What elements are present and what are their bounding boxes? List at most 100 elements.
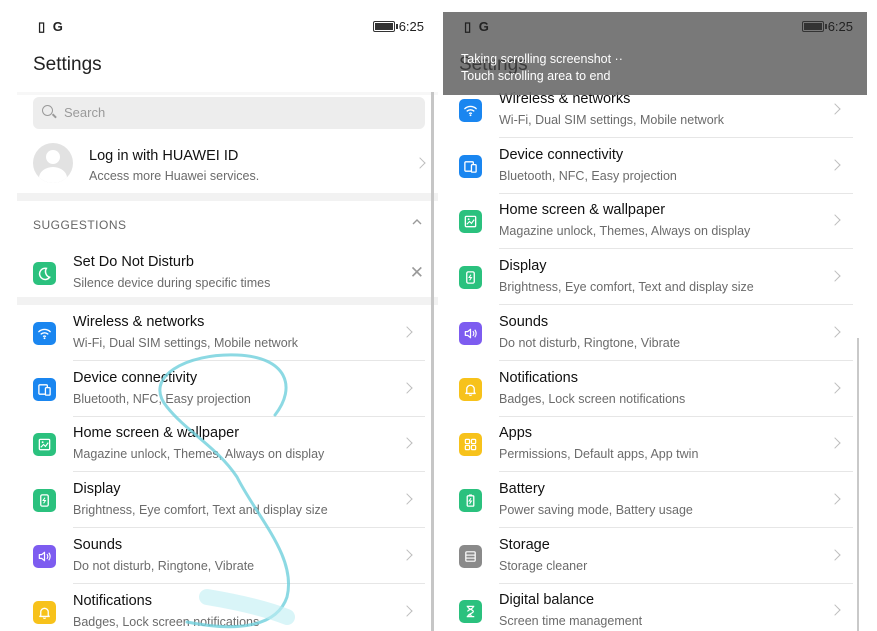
settings-item[interactable]: Storage Storage cleaner	[443, 529, 853, 584]
display-icon	[33, 489, 56, 513]
settings-item-subtitle: Badges, Lock screen notifications	[499, 391, 686, 406]
wifi-icon	[33, 322, 56, 345]
account-subtitle: Access more Huawei services.	[89, 169, 260, 183]
sim-icon: ▯	[464, 19, 474, 34]
settings-item[interactable]: Display Brightness, Eye comfort, Text and…	[443, 250, 853, 306]
settings-item[interactable]: Home screen & wallpaper Magazine unlock, …	[443, 194, 853, 250]
settings-item-title: Device connectivity	[499, 146, 624, 163]
settings-item-title: Home screen & wallpaper	[499, 202, 666, 219]
chevron-right-icon	[829, 604, 841, 616]
moon-icon	[33, 262, 56, 285]
status-icons: ▯ G	[464, 19, 491, 34]
chevron-right-icon	[829, 103, 841, 115]
settings-item[interactable]: Notifications Badges, Lock screen notific…	[443, 362, 853, 417]
settings-item-subtitle: Permissions, Default apps, App twin	[499, 447, 699, 462]
suggestion-do-not-disturb[interactable]: Set Do Not Disturb Silence device during…	[17, 246, 438, 301]
chevron-right-icon	[829, 159, 841, 171]
bell-icon	[33, 600, 56, 624]
settings-item-title: Digital balance	[499, 592, 595, 609]
battery-status-icon	[801, 21, 827, 32]
divider	[17, 92, 438, 95]
chevron-right-icon	[829, 493, 841, 505]
chevron-right-icon	[829, 270, 841, 282]
settings-item-title: Notifications	[73, 592, 152, 609]
settings-item[interactable]: Device connectivity Bluetooth, NFC, Easy …	[443, 139, 853, 194]
status-icons: ▯ G	[38, 19, 65, 34]
settings-item[interactable]: Digital balance Screen time management	[443, 584, 853, 631]
search-placeholder: Search	[64, 105, 106, 120]
suggestion-subtitle: Silence device during specific times	[73, 276, 271, 290]
image-icon	[459, 210, 482, 234]
settings-item-title: Notifications	[499, 369, 578, 386]
section-divider	[17, 193, 438, 201]
chevron-right-icon	[401, 549, 413, 561]
avatar-icon	[33, 143, 73, 183]
scrolling-screenshot-overlay[interactable]: ▯ G 6:25 Settings Taking scrolling scree…	[443, 12, 867, 95]
devices-icon	[33, 377, 56, 401]
scroll-gesture-trail	[158, 353, 295, 629]
hourglass-icon	[459, 600, 482, 624]
devices-icon	[459, 154, 482, 178]
settings-item-title: Sounds	[499, 313, 549, 330]
search-icon	[42, 105, 53, 116]
chevron-right-icon	[401, 493, 413, 505]
settings-item-subtitle: Power saving mode, Battery usage	[499, 502, 693, 517]
section-divider	[17, 297, 438, 305]
settings-item-title: Apps	[499, 425, 533, 442]
chevron-right-icon	[829, 437, 841, 449]
settings-item-title: Storage	[499, 536, 550, 553]
settings-item-title: Display	[499, 258, 547, 275]
apps-icon	[459, 433, 482, 457]
image-icon	[33, 433, 56, 457]
overlay-message: Taking scrolling screenshot ··	[461, 52, 623, 66]
settings-item-subtitle: Bluetooth, NFC, Easy projection	[499, 168, 677, 183]
scrollbar[interactable]	[857, 338, 859, 631]
status-time: 6:25	[827, 19, 853, 34]
collapse-chevron-icon[interactable]	[412, 217, 422, 227]
chevron-right-icon	[401, 437, 413, 450]
status-bar: ▯ G 6:25	[443, 12, 867, 40]
settings-item[interactable]: Sounds Do not disturb, Ringtone, Vibrate	[443, 306, 853, 361]
huawei-id-login[interactable]: Log in with HUAWEI ID Access more Huawei…	[17, 135, 438, 191]
settings-item-title: Display	[73, 481, 121, 498]
settings-screen-left: ▯ G 6:25 Settings Search Log in with HUA…	[17, 12, 438, 631]
battery-icon	[459, 488, 482, 512]
suggestions-header: SUGGESTIONS	[33, 218, 127, 232]
search-input[interactable]: Search	[33, 97, 425, 129]
settings-screen-right: Wireless & networks Wi-Fi, Dual SIM setti…	[443, 12, 867, 631]
sound-icon	[33, 544, 56, 568]
chevron-right-icon	[829, 548, 841, 561]
settings-item[interactable]: Apps Permissions, Default apps, App twin	[443, 417, 853, 473]
chevron-right-icon	[829, 214, 841, 227]
dismiss-icon[interactable]: ✕	[410, 263, 424, 283]
settings-item-title: Wireless & networks	[73, 314, 205, 330]
status-bar: ▯ G 6:25	[17, 12, 438, 40]
overlay-hint: Touch scrolling area to end	[461, 69, 611, 83]
sim-icon: ▯	[38, 19, 48, 34]
storage-icon	[459, 544, 482, 568]
bell-icon	[459, 377, 482, 401]
display-icon	[459, 266, 482, 290]
page-title: Settings	[33, 54, 102, 75]
settings-item-subtitle: Do not disturb, Ringtone, Vibrate	[499, 335, 681, 350]
settings-item-subtitle: Storage cleaner	[499, 558, 588, 573]
chevron-right-icon	[401, 326, 413, 338]
suggestion-title: Set Do Not Disturb	[73, 254, 194, 270]
chevron-right-icon	[401, 604, 413, 617]
settings-item-title: Sounds	[73, 536, 123, 553]
settings-item-subtitle: Brightness, Eye comfort, Text and displa…	[499, 280, 754, 295]
chevron-right-icon	[829, 326, 841, 338]
settings-item[interactable]: Battery Power saving mode, Battery usage	[443, 473, 853, 528]
settings-item-title: Battery	[499, 480, 545, 497]
chevron-right-icon	[829, 381, 841, 394]
sound-icon	[459, 321, 482, 345]
settings-item-subtitle: Magazine unlock, Themes, Always on displ…	[499, 224, 751, 239]
settings-item-subtitle: Wi-Fi, Dual SIM settings, Mobile network	[499, 113, 725, 127]
settings-item-subtitle: Screen time management	[499, 614, 643, 629]
scrollbar[interactable]	[431, 92, 434, 631]
chevron-right-icon	[414, 157, 426, 169]
wifi-icon	[459, 99, 482, 122]
account-title: Log in with HUAWEI ID	[89, 148, 239, 164]
chevron-right-icon	[401, 382, 413, 394]
status-time: 6:25	[398, 19, 424, 34]
